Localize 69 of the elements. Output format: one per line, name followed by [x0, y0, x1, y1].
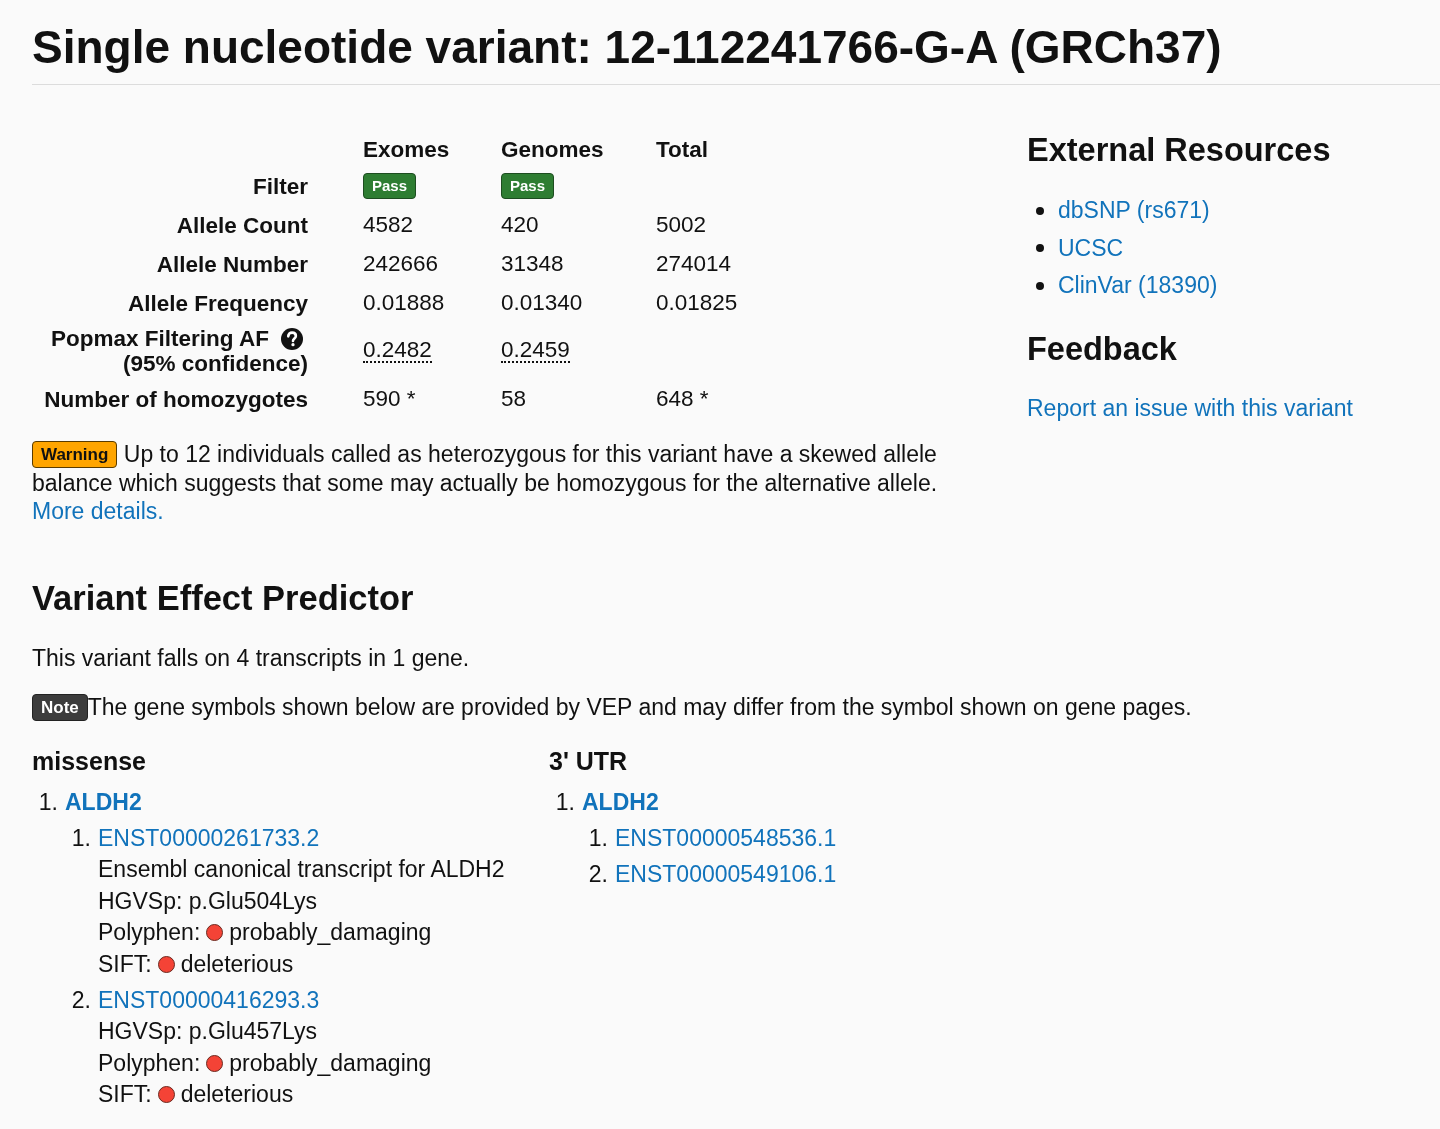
external-link[interactable]: UCSC — [1058, 234, 1124, 262]
gene-link[interactable]: ALDH2 — [582, 786, 659, 818]
vep-summary: This variant falls on 4 transcripts in 1 gene. — [32, 645, 470, 671]
section-heading: Variant Effect Predictor — [32, 578, 414, 618]
transcript-link[interactable]: ENST00000548536.1 — [615, 822, 837, 854]
note-text: The gene symbols shown below are provided by VEP and may differ from the symbol shown on gene pages. — [87, 694, 1192, 720]
table-cell: 0.01825 — [656, 290, 738, 316]
row-sublabel: (95% confidence) — [122, 351, 308, 376]
row-label: Filter — [253, 173, 308, 199]
table-cell: 274014 — [656, 251, 732, 277]
table-cell: 648 * — [656, 386, 709, 412]
transcript-link[interactable]: ENST00000549106.1 — [615, 858, 837, 890]
transcript-link[interactable]: ENST00000416293.3 — [98, 984, 320, 1016]
prediction-label: SIFT: — [98, 1080, 152, 1109]
prediction-label: Polyphen: — [98, 1048, 201, 1078]
table-cell: 0.2482 — [363, 339, 432, 363]
row-label: Allele Count — [176, 212, 308, 238]
consequence-heading: 3' UTR — [549, 746, 628, 777]
prediction-label: SIFT: — [98, 949, 152, 979]
table-cell: 31348 — [501, 251, 564, 277]
table-cell: 58 — [501, 386, 527, 412]
row-label: Number of homozygotes — [44, 386, 308, 412]
table-cell: 0.01340 — [501, 290, 583, 316]
filter-badge: Pass — [363, 173, 417, 199]
table-cell: 0.01888 — [363, 290, 445, 316]
more-details-link[interactable]: More details. — [32, 498, 164, 524]
warning-badge: Warning — [32, 441, 118, 468]
warning-message: Warning Up to 12 individuals called as heterozygous for this variant have a skewed allele balance which suggests that some may actually be homozygous for the alternative allele. — [32, 440, 939, 498]
transcript-detail: HGVSp: p.Glu457Lys — [98, 1018, 318, 1044]
row-label: Allele Number — [156, 251, 308, 277]
transcript-detail: HGVSp: p.Glu504Lys — [98, 887, 318, 914]
bullet-icon — [1036, 281, 1044, 290]
page-title: Single nucleotide variant: 12-112241766-G-A (GRCh37) — [32, 20, 1222, 72]
prediction-label: Polyphen: — [98, 918, 201, 947]
list-number: 1. — [38, 789, 58, 815]
transcript-link[interactable]: ENST00000261733.2 — [98, 822, 320, 854]
external-link[interactable]: dbSNP (rs671) — [1058, 197, 1210, 225]
column-header: Total — [656, 140, 709, 160]
filter-badge: Pass — [501, 173, 555, 199]
table-cell: 4582 — [363, 212, 414, 238]
bullet-icon — [1036, 206, 1044, 215]
help-icon[interactable] — [281, 327, 303, 350]
table-cell: 242666 — [363, 251, 439, 277]
prediction-value: probably_damaging — [229, 1048, 432, 1078]
table-cell: 420 — [501, 212, 539, 238]
prediction-value: deleterious — [180, 949, 294, 979]
row-label: Allele Frequency — [127, 290, 308, 316]
section-heading: Feedback — [1027, 329, 1177, 369]
note-badge: Note — [32, 694, 88, 721]
list-number: 1. — [555, 789, 575, 815]
prediction-value: deleterious — [180, 1080, 294, 1109]
report-issue-link[interactable]: Report an issue with this variant — [1027, 394, 1353, 421]
column-header: Genomes — [501, 140, 604, 160]
list-number: 1. — [588, 825, 608, 851]
row-label: Popmax Filtering AF — [51, 326, 269, 351]
table-cell: 590 * — [363, 386, 416, 412]
list-number: 1. — [71, 825, 91, 851]
section-heading: External Resources — [1027, 131, 1331, 170]
external-link[interactable]: ClinVar (18390) — [1058, 272, 1218, 300]
prediction-value: probably_damaging — [229, 918, 432, 947]
bullet-icon — [1036, 244, 1044, 253]
transcript-detail: Ensembl canonical transcript for ALDH2 — [98, 856, 505, 882]
list-number: 2. — [588, 861, 608, 887]
table-cell: 0.2459 — [501, 339, 570, 363]
column-header: Exomes — [363, 140, 450, 160]
consequence-heading: missense — [32, 746, 146, 777]
gene-link[interactable]: ALDH2 — [65, 786, 142, 818]
list-number: 2. — [71, 987, 91, 1013]
table-cell: 5002 — [656, 212, 707, 238]
